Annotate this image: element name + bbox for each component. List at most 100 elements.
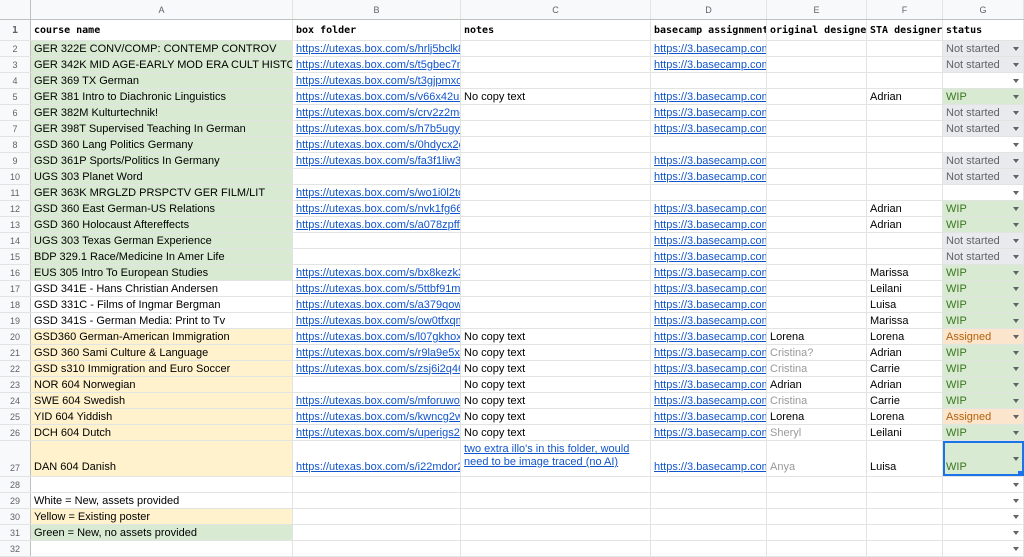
sta-designer-cell[interactable]	[867, 41, 943, 56]
basecamp-link[interactable]: https://3.basecamp.com/4	[651, 361, 767, 376]
sta-designer-cell[interactable]: Lorena	[867, 409, 943, 424]
status-dropdown[interactable]: WIP	[943, 201, 1024, 216]
notes-cell[interactable]: two extra illo's in this folder, would n…	[461, 441, 651, 476]
status-dropdown[interactable]: WIP	[943, 217, 1024, 232]
notes-cell[interactable]	[461, 73, 651, 88]
select-all-corner[interactable]	[0, 0, 31, 19]
sta-designer-cell[interactable]: Luisa	[867, 297, 943, 312]
original-designer-cell[interactable]	[767, 153, 867, 168]
sta-designer-cell[interactable]	[867, 73, 943, 88]
header-cell[interactable]: basecamp assignment	[651, 20, 767, 40]
row-number[interactable]: 23	[0, 377, 31, 392]
notes-cell[interactable]: No copy text	[461, 345, 651, 360]
sta-designer-cell[interactable]: Luisa	[867, 441, 943, 476]
original-designer-cell[interactable]	[767, 185, 867, 200]
notes-cell[interactable]: No copy text	[461, 361, 651, 376]
row-number[interactable]: 1	[0, 20, 31, 40]
original-designer-cell[interactable]	[767, 73, 867, 88]
basecamp-link[interactable]: https://3.basecamp.com/4	[651, 201, 767, 216]
chevron-down-icon[interactable]	[1013, 334, 1019, 339]
status-dropdown[interactable]: WIP	[943, 377, 1024, 392]
empty-cell[interactable]	[651, 525, 767, 540]
notes-cell[interactable]	[461, 57, 651, 72]
status-dropdown[interactable]: WIP	[943, 281, 1024, 296]
row-number[interactable]: 5	[0, 89, 31, 104]
basecamp-link[interactable]: https://3.basecamp.com/4	[651, 441, 767, 476]
column-letter-g[interactable]: G	[943, 0, 1024, 19]
basecamp-link[interactable]: https://3.basecamp.com/4	[651, 41, 767, 56]
box-folder-link[interactable]: https://utexas.box.com/s/l07gkhoxo2	[293, 329, 461, 344]
chevron-down-icon[interactable]	[1013, 110, 1019, 115]
empty-cell[interactable]	[461, 509, 651, 524]
notes-cell[interactable]	[461, 233, 651, 248]
box-folder-link[interactable]: https://utexas.box.com/s/uperigs2u5	[293, 425, 461, 440]
chevron-down-icon[interactable]	[1013, 414, 1019, 419]
original-designer-cell[interactable]: Adrian	[767, 377, 867, 392]
course-name-cell[interactable]: DCH 604 Dutch	[31, 425, 293, 440]
box-folder-link[interactable]	[293, 249, 461, 264]
chevron-down-icon[interactable]	[1013, 62, 1019, 67]
row-number[interactable]: 8	[0, 137, 31, 152]
empty-cell[interactable]	[461, 493, 651, 508]
empty-cell[interactable]	[767, 509, 867, 524]
basecamp-link[interactable]: https://3.basecamp.com/4	[651, 249, 767, 264]
box-folder-link[interactable]: https://utexas.box.com/s/0hdycx2g8	[293, 137, 461, 152]
chevron-down-icon[interactable]	[1013, 222, 1019, 227]
notes-cell[interactable]	[461, 105, 651, 120]
notes-cell[interactable]	[461, 201, 651, 216]
original-designer-cell[interactable]	[767, 313, 867, 328]
header-cell[interactable]: box folder	[293, 20, 461, 40]
row-number[interactable]: 27	[0, 441, 31, 476]
row-number[interactable]: 30	[0, 509, 31, 524]
basecamp-link[interactable]: https://3.basecamp.com/4	[651, 313, 767, 328]
course-name-cell[interactable]: GSD 361P Sports/Politics In Germany	[31, 153, 293, 168]
empty-cell[interactable]	[293, 477, 461, 492]
basecamp-link[interactable]: https://3.basecamp.com/4	[651, 345, 767, 360]
course-name-cell[interactable]: UGS 303 Planet Word	[31, 169, 293, 184]
chevron-down-icon[interactable]	[1013, 78, 1019, 83]
original-designer-cell[interactable]	[767, 249, 867, 264]
column-letter-b[interactable]: B	[293, 0, 461, 19]
sta-designer-cell[interactable]	[867, 137, 943, 152]
header-cell[interactable]: original designer	[767, 20, 867, 40]
basecamp-link[interactable]: https://3.basecamp.com/4	[651, 329, 767, 344]
column-letter-f[interactable]: F	[867, 0, 943, 19]
box-folder-link[interactable]	[293, 233, 461, 248]
header-cell[interactable]: STA designer	[867, 20, 943, 40]
box-folder-link[interactable]: https://utexas.box.com/s/a379qowslr	[293, 297, 461, 312]
legend-cell[interactable]	[31, 541, 293, 556]
chevron-down-icon[interactable]	[1013, 174, 1019, 179]
notes-cell[interactable]: No copy text	[461, 409, 651, 424]
box-folder-link[interactable]: https://utexas.box.com/s/fa3f1liw3l7	[293, 153, 461, 168]
box-folder-link[interactable]: https://utexas.box.com/s/mforuwovk	[293, 393, 461, 408]
box-folder-link[interactable]: https://utexas.box.com/s/5ttbf91msn	[293, 281, 461, 296]
basecamp-link[interactable]: https://3.basecamp.com/4	[651, 281, 767, 296]
chevron-down-icon[interactable]	[1013, 382, 1019, 387]
empty-cell[interactable]	[651, 509, 767, 524]
basecamp-link[interactable]: https://3.basecamp.com/4	[651, 153, 767, 168]
empty-cell[interactable]	[293, 493, 461, 508]
empty-cell[interactable]	[767, 477, 867, 492]
chevron-down-icon[interactable]	[1013, 318, 1019, 323]
sta-designer-cell[interactable]: Carrie	[867, 393, 943, 408]
chevron-down-icon[interactable]	[1013, 254, 1019, 259]
chevron-down-icon[interactable]	[1013, 302, 1019, 307]
column-letter-c[interactable]: C	[461, 0, 651, 19]
course-name-cell[interactable]: GER 398T Supervised Teaching In German	[31, 121, 293, 136]
course-name-cell[interactable]: GER 369 TX German	[31, 73, 293, 88]
empty-cell[interactable]	[651, 541, 767, 556]
notes-cell[interactable]	[461, 41, 651, 56]
row-number[interactable]: 25	[0, 409, 31, 424]
sta-designer-cell[interactable]: Marissa	[867, 265, 943, 280]
course-name-cell[interactable]: GSD360 German-American Immigration	[31, 329, 293, 344]
notes-cell[interactable]: No copy text	[461, 329, 651, 344]
original-designer-cell[interactable]	[767, 105, 867, 120]
status-dropdown[interactable]: Not started	[943, 41, 1024, 56]
row-number[interactable]: 6	[0, 105, 31, 120]
original-designer-cell[interactable]	[767, 121, 867, 136]
basecamp-link[interactable]: https://3.basecamp.com/4	[651, 377, 767, 392]
box-folder-link[interactable]: https://utexas.box.com/s/wo1i0l2to8r	[293, 185, 461, 200]
original-designer-cell[interactable]: Cristina	[767, 393, 867, 408]
status-dropdown[interactable]: WIP	[943, 441, 1024, 476]
row-number[interactable]: 13	[0, 217, 31, 232]
